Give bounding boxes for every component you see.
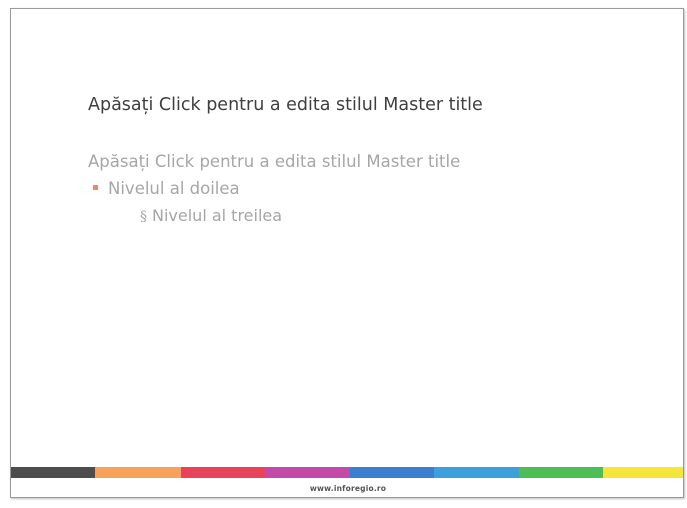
- body-text-level2: Nivelul al doilea: [108, 179, 240, 198]
- square-bullet-icon: [93, 185, 98, 190]
- stripe-segment-red: [181, 467, 265, 478]
- stripe-segment-dark-gray: [11, 467, 95, 478]
- stripe-segment-magenta: [265, 467, 350, 478]
- stripe-segment-orange: [95, 467, 181, 478]
- body-text-level2-item[interactable]: Nivelul al doilea: [93, 179, 240, 198]
- section-bullet-icon: §: [140, 209, 147, 225]
- body-text-level1[interactable]: Apăsați Click pentru a edita stilul Mast…: [88, 152, 460, 171]
- stripe-segment-green: [519, 467, 603, 478]
- slide-title-placeholder[interactable]: Apăsați Click pentru a edita stilul Mast…: [88, 95, 483, 115]
- body-text-level3: Nivelul al treilea: [152, 206, 283, 225]
- body-text-level3-item[interactable]: § Nivelul al treilea: [140, 206, 282, 225]
- slide-canvas[interactable]: Apăsați Click pentru a edita stilul Mast…: [10, 8, 684, 498]
- stripe-segment-light-blue: [434, 467, 519, 478]
- color-stripe: [11, 467, 683, 478]
- stripe-segment-blue: [350, 467, 434, 478]
- footer-url: www.inforegio.ro: [309, 484, 387, 493]
- stripe-segment-yellow: [603, 467, 683, 478]
